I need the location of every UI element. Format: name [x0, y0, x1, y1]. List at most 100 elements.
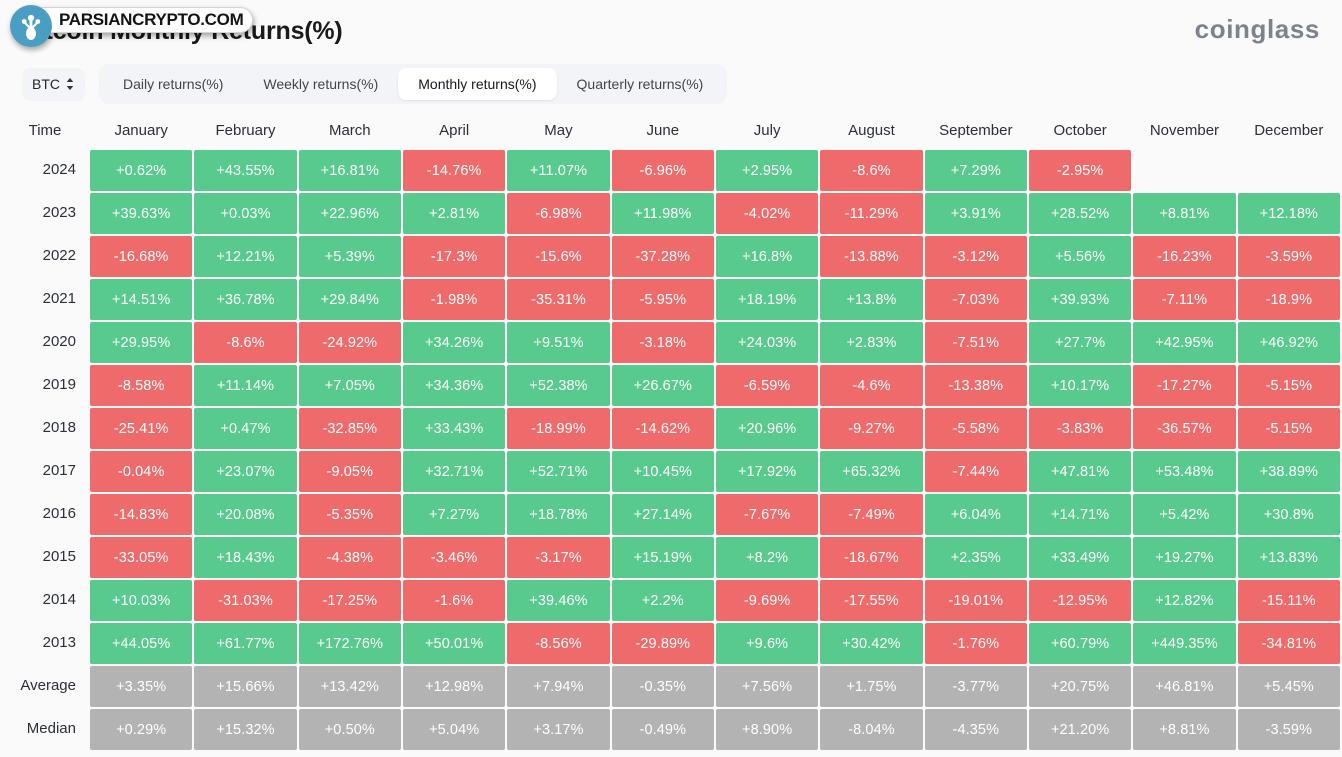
cell-2020-june: -3.18%: [611, 322, 714, 363]
cell-2017-october: +47.81%: [1028, 451, 1132, 492]
cell-2014-june: +2.2%: [611, 580, 714, 621]
watermark-overlay: PARSIANCRYPTO.COM: [10, 5, 254, 47]
cell-2020-december: +46.92%: [1237, 322, 1340, 363]
cell-median-june: -0.49%: [611, 709, 714, 750]
cell-2015-june: +15.19%: [611, 537, 714, 578]
parsian-crypto-logo-icon: [10, 5, 52, 47]
cell-2023-february: +0.03%: [194, 193, 297, 234]
cell-2015-december: +13.83%: [1237, 537, 1340, 578]
table-row: 2015 -33.05% +18.43% -4.38% -3.46% -3.17% +15.…: [2, 537, 1340, 578]
monthly-returns-table: Time January February March April May June July…: [0, 114, 1342, 752]
cell-median-july: +8.90%: [715, 709, 819, 750]
cell-2013-december: -34.81%: [1237, 623, 1340, 664]
row-header-2023: 2023: [42, 203, 76, 221]
cell-2021-march: +29.84%: [298, 279, 401, 320]
cell-2023-april: +2.81%: [402, 193, 506, 234]
cell-2020-august: +2.83%: [820, 322, 923, 363]
coin-selector[interactable]: BTC: [22, 67, 85, 101]
cell-2018-june: -14.62%: [611, 408, 714, 449]
tab-daily-returns[interactable]: Daily returns(%): [103, 68, 243, 100]
cell-median-may: +3.17%: [507, 709, 610, 750]
cell-2021-may: -35.31%: [507, 279, 610, 320]
cell-2020-october: +27.7%: [1028, 322, 1132, 363]
cell-2015-september: +2.35%: [924, 537, 1027, 578]
column-header-june: June: [646, 122, 680, 139]
cell-2023-june: +11.98%: [611, 193, 714, 234]
cell-2022-october: +5.56%: [1028, 236, 1132, 277]
tab-weekly-returns[interactable]: Weekly returns(%): [243, 68, 398, 100]
cell-average-august: +1.75%: [820, 666, 923, 707]
cell-2022-may: -15.6%: [507, 236, 610, 277]
cell-2013-january: +44.05%: [90, 623, 193, 664]
cell-2021-october: +39.93%: [1028, 279, 1132, 320]
cell-median-january: +0.29%: [90, 709, 193, 750]
column-header-april: April: [439, 122, 470, 139]
cell-2018-august: -9.27%: [820, 408, 923, 449]
coinglass-logo: coinglass: [1194, 13, 1320, 44]
cell-2016-may: +18.78%: [507, 494, 610, 535]
cell-2020-july: +24.03%: [715, 322, 819, 363]
table-header-row: Time January February March April May June July…: [2, 116, 1340, 148]
cell-2016-june: +27.14%: [611, 494, 714, 535]
column-header-february: February: [215, 122, 276, 139]
cell-2017-march: -9.05%: [298, 451, 401, 492]
table-row: 2024 +0.62% +43.55% +16.81% -14.76% +11.07% -6…: [2, 150, 1340, 191]
cell-2013-february: +61.77%: [194, 623, 297, 664]
cell-2021-september: -7.03%: [924, 279, 1027, 320]
cell-2022-april: -17.3%: [402, 236, 506, 277]
cell-2024-october: -2.95%: [1028, 150, 1132, 191]
cell-2014-february: -31.03%: [194, 580, 297, 621]
table-row: 2020 +29.95% -8.6% -24.92% +34.26% +9.51% -3.1…: [2, 322, 1340, 363]
column-header-july: July: [753, 122, 781, 139]
row-header-2017: 2017: [42, 461, 76, 479]
row-header-median: Median: [26, 719, 76, 737]
cell-2017-may: +52.71%: [507, 451, 610, 492]
cell-2022-december: -3.59%: [1237, 236, 1340, 277]
row-header-2018: 2018: [42, 418, 76, 436]
row-header-average: Average: [20, 676, 76, 694]
watermark-text: PARSIANCRYPTO.COM: [59, 10, 244, 29]
cell-2016-february: +20.08%: [194, 494, 297, 535]
cell-2022-july: +16.8%: [715, 236, 819, 277]
cell-2017-september: -7.44%: [924, 451, 1027, 492]
column-header-march: March: [328, 122, 371, 139]
cell-2017-june: +10.45%: [611, 451, 714, 492]
table-row: 2018 -25.41% +0.47% -32.85% +33.43% -18.99% -1…: [2, 408, 1340, 449]
tab-quarterly-returns[interactable]: Quarterly returns(%): [557, 68, 724, 100]
table-row: 2023 +39.63% +0.03% +22.96% +2.81% -6.98% +11.…: [2, 193, 1340, 234]
cell-2023-november: +8.81%: [1133, 193, 1236, 234]
cell-2021-november: -7.11%: [1133, 279, 1236, 320]
cell-median-september: -4.35%: [924, 709, 1027, 750]
cell-2018-april: +33.43%: [402, 408, 506, 449]
cell-2023-march: +22.96%: [298, 193, 401, 234]
cell-2014-october: -12.95%: [1028, 580, 1132, 621]
cell-2015-august: -18.67%: [820, 537, 923, 578]
table-row: 2017 -0.04% +23.07% -9.05% +32.71% +52.71% +10…: [2, 451, 1340, 492]
cell-2018-february: +0.47%: [194, 408, 297, 449]
table-row: Median +0.29% +15.32% +0.50% +5.04% +3.17% -0.…: [2, 709, 1340, 750]
cell-2014-november: +12.82%: [1133, 580, 1236, 621]
cell-2020-march: -24.92%: [298, 322, 401, 363]
cell-2020-september: -7.51%: [924, 322, 1027, 363]
column-header-august: August: [848, 122, 895, 139]
cell-median-march: +0.50%: [298, 709, 401, 750]
cell-2019-august: -4.6%: [820, 365, 923, 406]
cell-2013-august: +30.42%: [820, 623, 923, 664]
cell-2024-march: +16.81%: [298, 150, 401, 191]
cell-2018-october: -3.83%: [1028, 408, 1132, 449]
cell-2021-april: -1.98%: [402, 279, 506, 320]
cell-2016-august: -7.49%: [820, 494, 923, 535]
cell-average-january: +3.35%: [90, 666, 193, 707]
table-body: 2024 +0.62% +43.55% +16.81% -14.76% +11.07% -6…: [2, 150, 1340, 750]
cell-average-june: -0.35%: [611, 666, 714, 707]
cell-2013-may: -8.56%: [507, 623, 610, 664]
cell-2015-july: +8.2%: [715, 537, 819, 578]
cell-2019-december: -5.15%: [1237, 365, 1340, 406]
column-header-january: January: [114, 122, 168, 139]
cell-2022-september: -3.12%: [924, 236, 1027, 277]
cell-2015-january: -33.05%: [90, 537, 193, 578]
cell-average-february: +15.66%: [194, 666, 297, 707]
tab-monthly-returns[interactable]: Monthly returns(%): [398, 68, 557, 100]
cell-average-september: -3.77%: [924, 666, 1027, 707]
cell-2015-april: -3.46%: [402, 537, 506, 578]
